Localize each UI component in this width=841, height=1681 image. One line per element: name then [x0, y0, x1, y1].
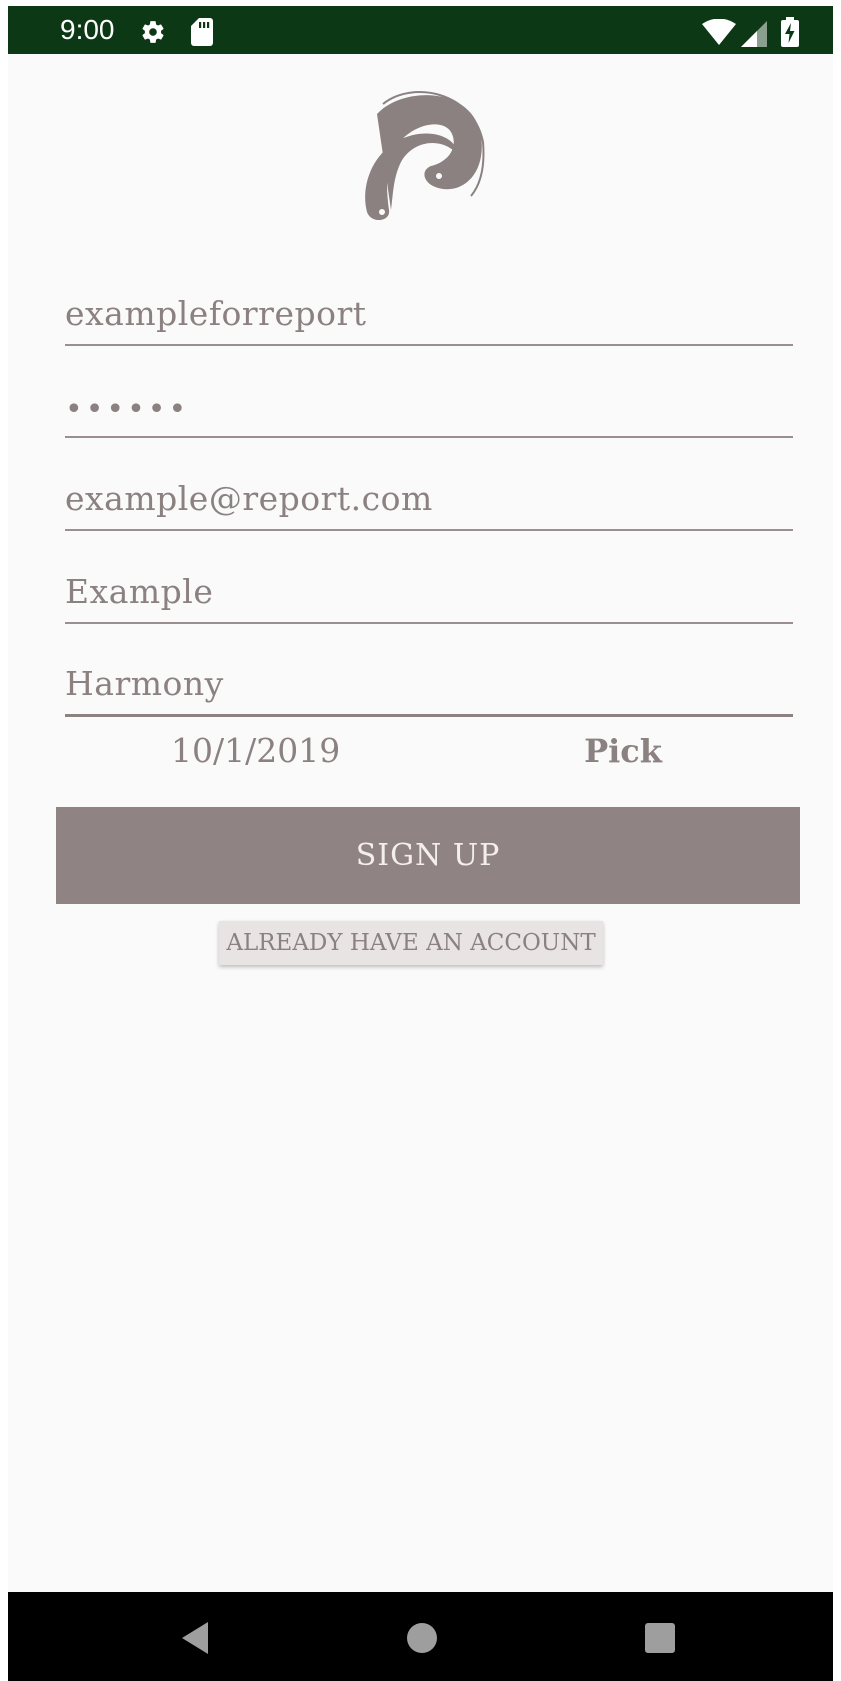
last-name-field[interactable]: Harmony: [65, 647, 793, 717]
gear-icon: [142, 21, 164, 43]
sd-card-icon: [191, 18, 213, 46]
password-value: ••••••: [65, 392, 190, 427]
signal-icon: [741, 21, 767, 47]
navigation-bar: [8, 1592, 833, 1681]
back-icon[interactable]: [178, 1619, 212, 1657]
first-name-field[interactable]: Example: [65, 554, 793, 624]
home-icon[interactable]: [406, 1622, 438, 1654]
wifi-icon: [702, 19, 736, 45]
signup-button[interactable]: SIGN UP: [56, 807, 800, 904]
username-field[interactable]: exampleforreport: [65, 276, 793, 346]
username-value: exampleforreport: [65, 294, 367, 333]
email-field[interactable]: example@report.com: [65, 461, 793, 531]
last-name-value: Harmony: [65, 664, 224, 703]
birth-date-text: 10/1/2019: [171, 731, 341, 770]
battery-charging-icon: [781, 17, 799, 47]
recents-icon[interactable]: [645, 1623, 675, 1653]
pick-date-button[interactable]: Pick: [583, 728, 663, 774]
signup-screen: 9:00 exampleforreport •••••• example@rep…: [8, 6, 833, 1681]
app-logo: [365, 91, 485, 221]
status-bar: 9:00: [8, 6, 833, 54]
already-have-account-button[interactable]: ALREADY HAVE AN ACCOUNT: [219, 921, 603, 965]
status-time: 9:00: [60, 14, 115, 45]
email-value: example@report.com: [65, 479, 433, 518]
first-name-value: Example: [65, 572, 214, 611]
password-field[interactable]: ••••••: [65, 368, 793, 438]
